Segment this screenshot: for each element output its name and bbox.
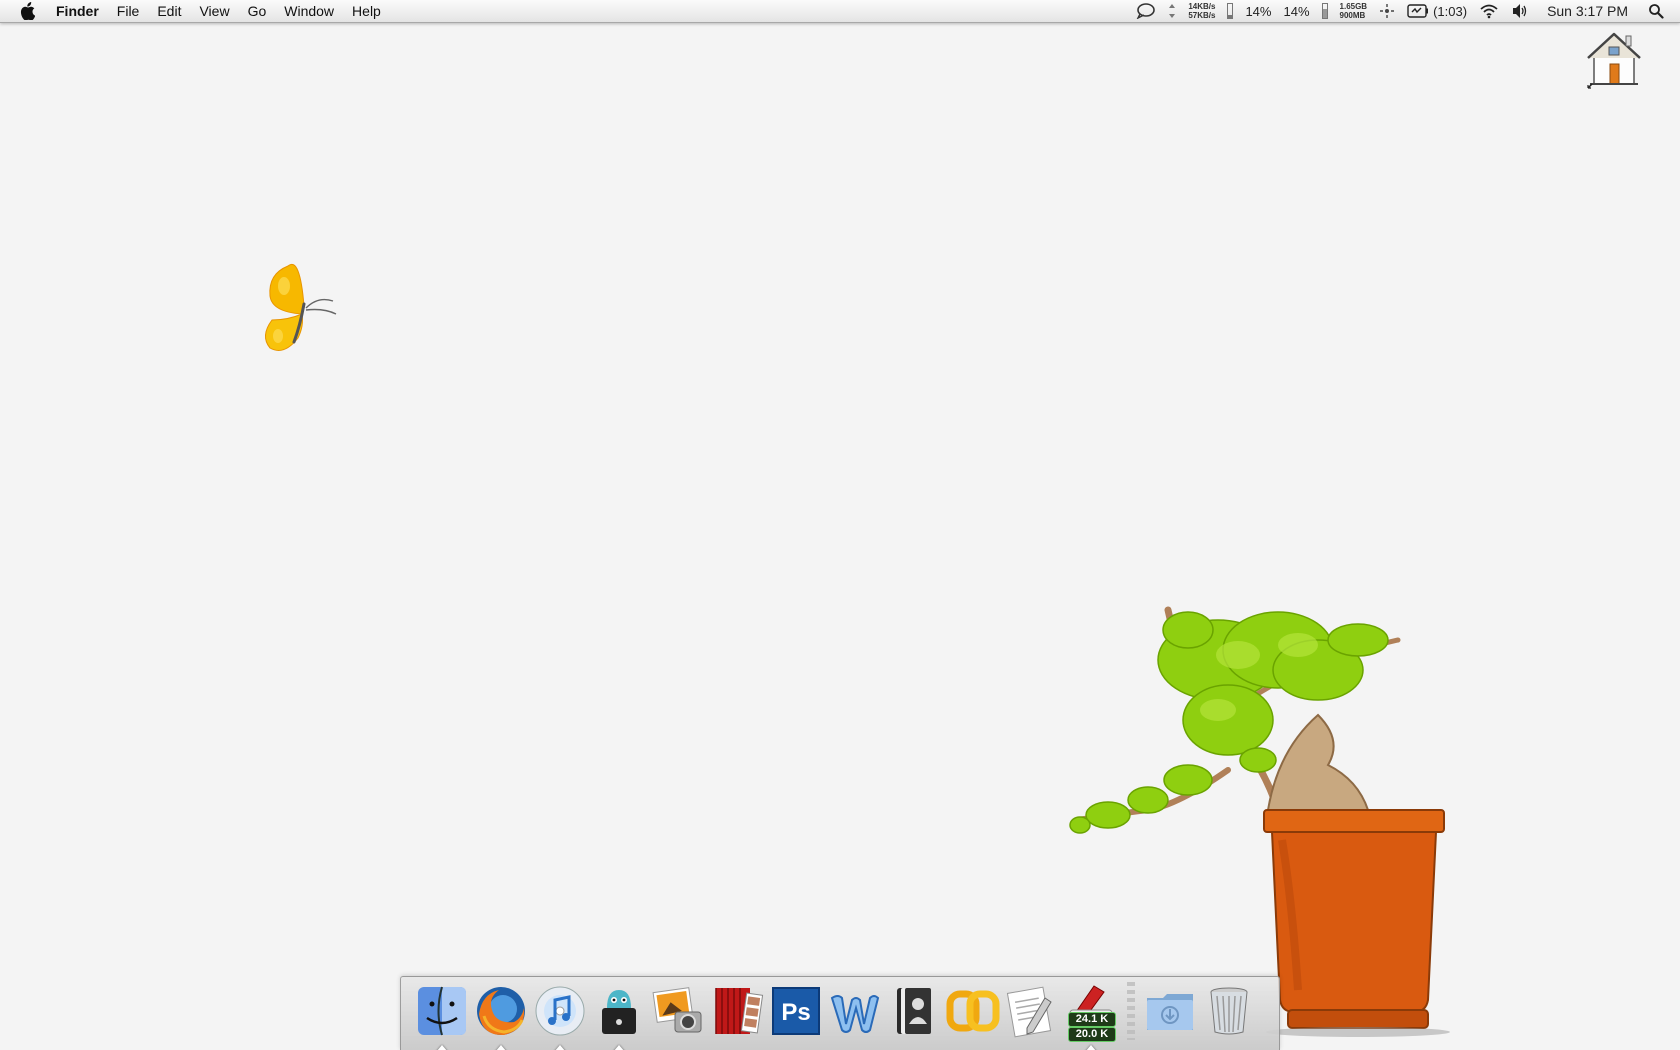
dock-item-word[interactable] (828, 984, 882, 1044)
finder-icon (418, 986, 466, 1035)
wallpaper-butterfly (258, 256, 368, 366)
cpu-usage-1[interactable]: 14% (1245, 0, 1271, 22)
firefox-icon (477, 986, 525, 1035)
dock-item-trash[interactable] (1202, 984, 1256, 1044)
links-icon (946, 990, 1000, 1031)
menu-clock[interactable]: Sun 3:17 PM (1547, 0, 1628, 22)
word-icon (830, 994, 880, 1033)
dock-item-finder[interactable] (415, 984, 469, 1050)
iphoto-icon (652, 986, 702, 1032)
menu-app-finder[interactable]: Finder (48, 0, 108, 22)
downloads-folder-icon (1147, 993, 1193, 1030)
address-book-icon (897, 987, 931, 1034)
menu-view[interactable]: View (190, 0, 238, 22)
home-folder-icon[interactable] (1586, 30, 1642, 90)
running-indicator (436, 1044, 448, 1050)
dock-item-photoshop[interactable]: Ps (769, 984, 823, 1044)
memory-used: 1.65GB (1339, 2, 1368, 11)
memory-free: 900MB (1339, 11, 1366, 20)
dock-item-iphoto[interactable] (651, 984, 705, 1044)
network-upload-rate: 14KB/s (1188, 2, 1216, 11)
dock-item-address-book[interactable] (887, 984, 941, 1044)
dock-item-firefox[interactable] (474, 984, 528, 1050)
dock-separator[interactable] (1127, 981, 1135, 1040)
battery-icon (1407, 4, 1429, 18)
network-download-rate: 57KB/s (1188, 11, 1216, 20)
cpu-bar-icon (1227, 0, 1234, 22)
running-indicator (613, 1044, 625, 1050)
dock-item-activity-monitor[interactable]: 24.1 K 20.0 K (1064, 984, 1118, 1050)
disk-bar-icon (1321, 0, 1328, 22)
cpu-usage-2[interactable]: 14% (1283, 0, 1309, 22)
volume-icon[interactable] (1511, 0, 1529, 22)
battery-time: (1:03) (1433, 3, 1468, 19)
photobooth-icon (715, 987, 764, 1034)
activity-meter-top: 24.1 K (1068, 1011, 1116, 1027)
spotlight-search-icon[interactable] (1648, 0, 1664, 22)
wifi-icon[interactable] (1479, 0, 1499, 22)
menu-go[interactable]: Go (239, 0, 276, 22)
photoshop-label: Ps (781, 999, 810, 1026)
dock: Ps 24.1 K 20.0 K (400, 976, 1280, 1050)
trash-icon (1210, 987, 1248, 1034)
dock-item-monitor[interactable] (592, 984, 646, 1050)
dock-item-itunes[interactable] (533, 984, 587, 1050)
chat-bubble-icon[interactable] (1136, 0, 1156, 22)
network-arrows-icon (1168, 0, 1176, 22)
menu-file[interactable]: File (108, 0, 149, 22)
apple-menu-icon[interactable] (16, 0, 38, 22)
robot-monitor-icon (602, 989, 636, 1034)
running-indicator (495, 1044, 507, 1050)
textedit-icon (1006, 986, 1052, 1037)
dock-item-textedit[interactable] (1005, 984, 1059, 1044)
activity-meter-bottom: 20.0 K (1068, 1026, 1116, 1042)
menu-bar: Finder File Edit View Go Window Help 14K… (0, 0, 1680, 23)
photoshop-icon: Ps (772, 986, 820, 1035)
dock-item-photo-booth[interactable] (710, 984, 764, 1044)
desktop[interactable]: Finder File Edit View Go Window Help 14K… (0, 0, 1680, 1050)
wallpaper-bonsai-tree (1068, 600, 1468, 1040)
memory-monitor[interactable]: 1.65GB 900MB (1340, 0, 1368, 22)
battery-status[interactable]: (1:03) (1407, 0, 1467, 22)
network-monitor[interactable]: 14KB/s 57KB/s (1188, 0, 1215, 22)
running-indicator (554, 1044, 566, 1050)
menu-window[interactable]: Window (275, 0, 343, 22)
bluetooth-sync-icon[interactable] (1379, 0, 1395, 22)
itunes-icon (535, 986, 585, 1035)
running-indicator (1085, 1044, 1097, 1050)
menu-edit[interactable]: Edit (148, 0, 190, 22)
dock-item-links[interactable] (946, 984, 1000, 1044)
menu-help[interactable]: Help (343, 0, 390, 22)
dock-item-downloads[interactable] (1143, 984, 1197, 1044)
